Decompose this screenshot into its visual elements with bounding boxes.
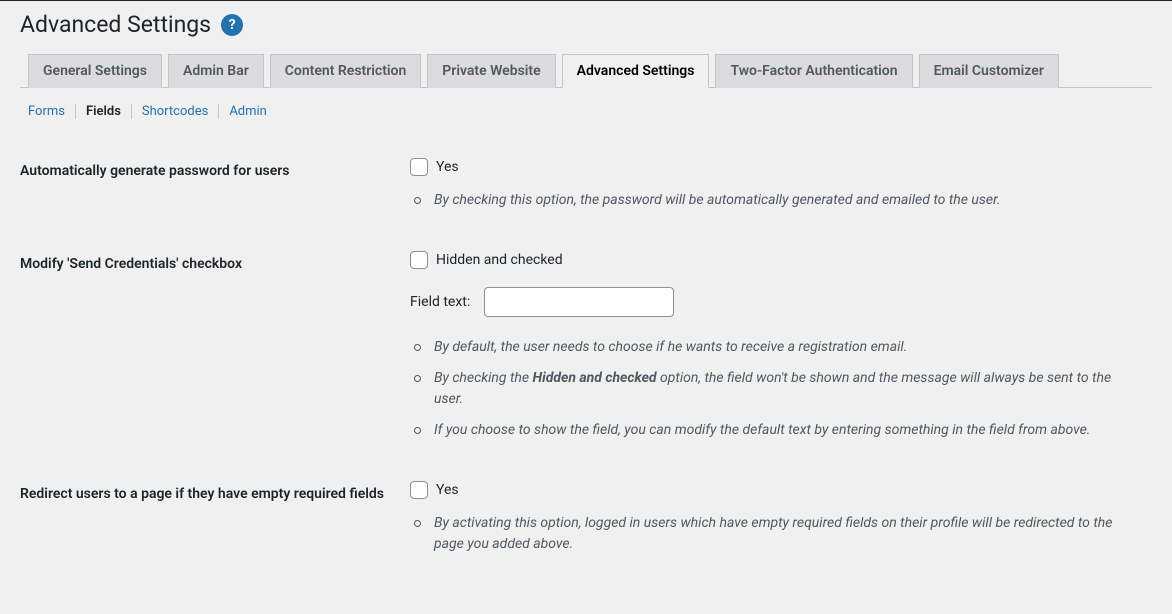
setting-description: By default, the user needs to choose if … (410, 337, 1142, 358)
checkbox-label: Yes (436, 159, 459, 175)
setting-description: By activating this option, logged in use… (410, 513, 1142, 555)
setting-label: Automatically generate password for user… (20, 143, 400, 236)
tab-email-customizer[interactable]: Email Customizer (919, 54, 1059, 88)
page-title: Advanced Settings ? (20, 11, 1152, 38)
subtab-admin[interactable]: Admin (229, 104, 267, 119)
setting-row-auto-generate-password: Automatically generate password for user… (20, 143, 1152, 236)
tab-private-website[interactable]: Private Website (427, 54, 555, 88)
subtab-forms[interactable]: Forms (28, 104, 65, 119)
redirect-empty-required-checkbox[interactable] (410, 481, 428, 499)
setting-description: By checking the Hidden and checked optio… (410, 368, 1142, 410)
page-title-text: Advanced Settings (20, 11, 211, 38)
hidden-and-checked-checkbox[interactable] (410, 251, 428, 269)
secondary-tabs: Forms Fields Shortcodes Admin (28, 104, 1152, 119)
subtab-shortcodes[interactable]: Shortcodes (142, 104, 208, 119)
setting-row-redirect-empty-required: Redirect users to a page if they have em… (20, 466, 1152, 580)
primary-tabs: General Settings Admin Bar Content Restr… (20, 54, 1152, 88)
setting-description: By checking this option, the password wi… (410, 190, 1142, 211)
field-text-input[interactable] (484, 287, 674, 317)
tab-general-settings[interactable]: General Settings (28, 54, 162, 88)
checkbox-label: Yes (436, 482, 459, 498)
subtab-fields[interactable]: Fields (86, 104, 121, 119)
tab-two-factor-authentication[interactable]: Two-Factor Authentication (715, 54, 912, 88)
checkbox-label: Hidden and checked (436, 252, 563, 268)
tab-advanced-settings[interactable]: Advanced Settings (562, 54, 710, 88)
setting-description: If you choose to show the field, you can… (410, 420, 1142, 441)
settings-form: Automatically generate password for user… (20, 143, 1152, 580)
help-icon[interactable]: ? (221, 14, 243, 36)
setting-label: Redirect users to a page if they have em… (20, 466, 400, 580)
tab-admin-bar[interactable]: Admin Bar (168, 54, 264, 88)
field-text-label: Field text: (410, 294, 470, 310)
auto-generate-password-checkbox[interactable] (410, 158, 428, 176)
setting-label: Modify 'Send Credentials' checkbox (20, 236, 400, 466)
tab-content-restriction[interactable]: Content Restriction (270, 54, 422, 88)
setting-row-modify-send-credentials: Modify 'Send Credentials' checkbox Hidde… (20, 236, 1152, 466)
